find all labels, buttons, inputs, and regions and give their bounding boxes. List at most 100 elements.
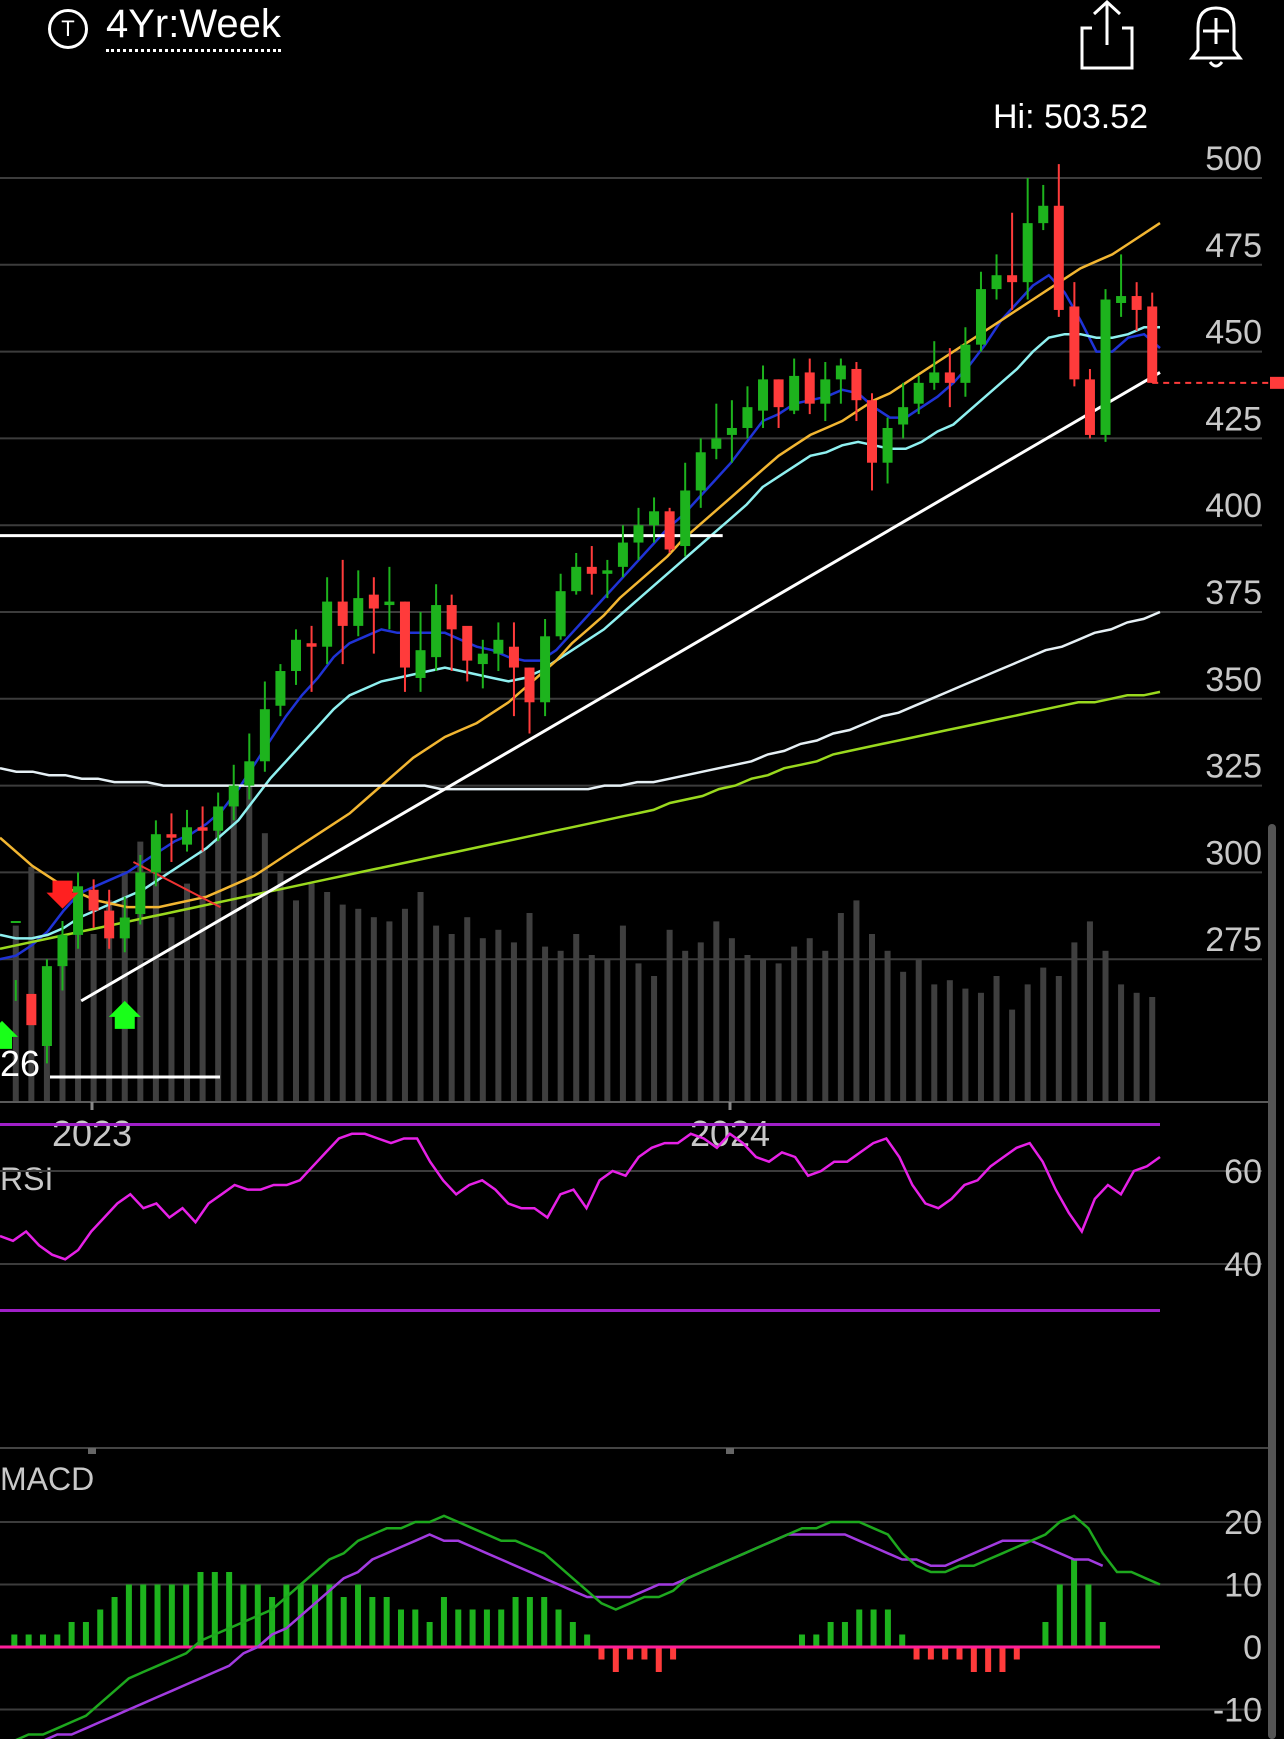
stock-chart[interactable]: 500475450425400375350325300275Hi: 503.52… (0, 0, 1284, 1739)
candle-down (1053, 205, 1064, 310)
volume-bar (588, 955, 595, 1102)
volume-bar (884, 950, 891, 1102)
macd-histogram-bar (1056, 1584, 1063, 1647)
candle-up (477, 653, 488, 665)
volume-bar (246, 774, 253, 1102)
candle-up (789, 375, 800, 411)
candle-up (617, 542, 628, 567)
candle-up (695, 452, 706, 491)
ma-200-line (0, 690, 1161, 951)
candle-up (213, 806, 224, 831)
volume-bar (168, 917, 175, 1102)
volume-bar (977, 992, 984, 1102)
volume-bar (339, 904, 346, 1102)
volume-bar (931, 984, 938, 1102)
price-tick-label: 500 (1205, 140, 1262, 178)
macd-histogram-bar (942, 1647, 949, 1660)
macd-histogram-bar (927, 1647, 934, 1660)
bell-add-icon[interactable] (1180, 0, 1260, 75)
volume-bar (1118, 984, 1125, 1102)
macd-histogram-bar (383, 1597, 390, 1647)
ma-100-line (0, 610, 1161, 791)
volume-bar (277, 871, 284, 1102)
candle-down (1147, 306, 1158, 383)
volume-bar (760, 959, 767, 1102)
candle-down (88, 889, 99, 911)
macd-histogram-bar (498, 1609, 505, 1647)
macd-histogram-bar (641, 1647, 648, 1660)
price-tick-label: 350 (1205, 661, 1262, 699)
volume-bar (230, 799, 237, 1102)
volume-bar (293, 900, 299, 1102)
macd-histogram-bar (312, 1584, 319, 1647)
candle-up (182, 827, 193, 845)
candle-up (975, 289, 986, 345)
candle-down (446, 605, 457, 630)
macd-histogram-bar (670, 1647, 677, 1660)
price-tick-label: 425 (1205, 400, 1262, 438)
macd-histogram-bar (999, 1647, 1006, 1672)
volume-bar (1055, 976, 1062, 1102)
macd-histogram-bar (798, 1634, 805, 1647)
candle-up (322, 601, 333, 647)
x-tick (88, 1448, 96, 1454)
macd-histogram-bar (455, 1609, 462, 1647)
volume-bar (573, 934, 580, 1102)
volume-bar (682, 950, 689, 1102)
candle-up (135, 872, 146, 915)
volume-bar (744, 955, 751, 1102)
candle-up (649, 511, 660, 526)
volume-bar (1024, 984, 1031, 1102)
volume-bar (542, 946, 549, 1102)
candle-up (555, 591, 566, 637)
macd-histogram-bar (1085, 1584, 1092, 1647)
volume-bar (308, 883, 315, 1102)
candle-down (804, 372, 815, 404)
volume-bar (962, 988, 969, 1102)
macd-histogram-bar (369, 1597, 376, 1647)
candle-up (1022, 223, 1033, 283)
price-tick-label: 400 (1205, 487, 1262, 525)
candle-up (758, 379, 769, 411)
candle-up (571, 566, 582, 592)
volume-bar (946, 980, 953, 1102)
ticker-icon[interactable]: T (48, 9, 88, 49)
volume-bar (370, 917, 377, 1102)
candle-down (1131, 296, 1142, 310)
macd-histogram-bar (512, 1597, 519, 1647)
volume-bar (557, 950, 564, 1102)
macd-tick-label: 0 (1243, 1629, 1262, 1667)
candle-down (368, 594, 379, 609)
macd-tick-label: -10 (1213, 1692, 1262, 1730)
macd-histogram-bar (612, 1647, 619, 1672)
volume-bar (869, 934, 875, 1102)
macd-histogram-bar (1099, 1622, 1106, 1647)
x-tick-label: 2023 (52, 1113, 132, 1154)
candle-down (166, 834, 177, 838)
chart-header: T 4Yr:Week (0, 0, 1284, 90)
candle-up (431, 605, 442, 658)
volume-bar (728, 938, 735, 1102)
price-tick-label: 300 (1205, 834, 1262, 872)
period-selector[interactable]: 4Yr:Week (106, 2, 281, 52)
x-tick (726, 1448, 734, 1454)
macd-histogram-bar (426, 1622, 433, 1647)
volume-bar (479, 938, 486, 1102)
candle-up (820, 379, 831, 404)
candle-down (664, 511, 675, 550)
macd-histogram-bar (68, 1622, 75, 1647)
price-tick-label: 375 (1205, 574, 1262, 612)
macd-histogram-bar (355, 1584, 362, 1647)
share-icon[interactable] (1072, 0, 1142, 75)
volume-bar (619, 925, 626, 1102)
rsi-tick-label: 60 (1224, 1153, 1262, 1191)
rsi-line (0, 1132, 1161, 1261)
candle-down (1007, 275, 1018, 283)
volume-bar (604, 959, 611, 1102)
volume-bar (993, 976, 1000, 1102)
candle-down (867, 400, 877, 463)
candle-up (835, 365, 846, 380)
candle-up (680, 490, 691, 547)
macd-histogram-bar (1071, 1559, 1078, 1647)
volume-bar (386, 921, 393, 1102)
